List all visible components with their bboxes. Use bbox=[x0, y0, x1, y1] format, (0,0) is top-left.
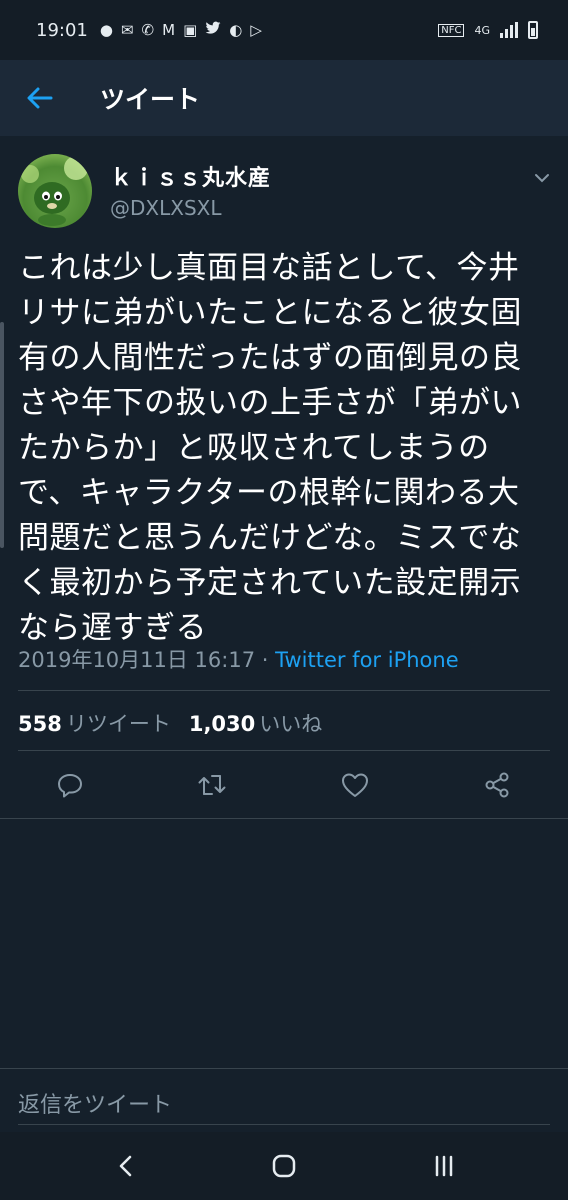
tweet: ｋｉｓｓ丸水産 @DXLXSXL これは少し真面目な話として、今井 リサに弟がい… bbox=[0, 136, 568, 819]
divider bbox=[0, 818, 568, 819]
retweets-count: 558 bbox=[18, 712, 62, 736]
tweet-detail-screen: 19:01 ● ✉ ✆ M ▣ ◐ ▷ NFC 4G ツイート ｋｉｓｓ丸水産 … bbox=[0, 0, 568, 1200]
signal-icon bbox=[500, 22, 518, 38]
author-row: ｋｉｓｓ丸水産 @DXLXSXL bbox=[0, 136, 568, 234]
battery-icon bbox=[528, 21, 538, 39]
like-button[interactable] bbox=[338, 768, 372, 802]
app-header: ツイート bbox=[0, 60, 568, 136]
notification-icons: ● ✉ ✆ M ▣ ◐ ▷ bbox=[100, 21, 262, 39]
nav-recents-button[interactable] bbox=[424, 1146, 464, 1186]
reply-input[interactable]: 返信をツイート bbox=[18, 1081, 550, 1125]
tweet-source-link[interactable]: Twitter for iPhone bbox=[275, 648, 459, 672]
heart-icon bbox=[342, 773, 368, 797]
reply-bar: 返信をツイート bbox=[0, 1068, 568, 1132]
status-time: 19:01 bbox=[36, 19, 88, 41]
tweet-text-line: さや年下の扱いの上手さが「弟がい bbox=[18, 385, 522, 421]
retweet-icon bbox=[198, 775, 226, 795]
reply-button[interactable] bbox=[53, 768, 87, 802]
likes-stat[interactable]: 1,030 いいね bbox=[189, 712, 322, 736]
avatar[interactable] bbox=[18, 154, 92, 228]
tweet-timestamp: 2019年10月11日 16:17 bbox=[18, 648, 256, 672]
arrow-left-icon bbox=[27, 87, 53, 109]
tweet-text-line: く最初から予定されていた設定開示 bbox=[18, 565, 522, 601]
tweet-text-line: たからか」と吸収されてしまうの bbox=[18, 430, 490, 466]
page-title: ツイート bbox=[100, 85, 201, 114]
divider bbox=[18, 690, 550, 691]
retweets-stat[interactable]: 558 リツイート bbox=[18, 712, 171, 736]
system-nav-bar bbox=[0, 1132, 568, 1200]
share-icon bbox=[485, 772, 509, 798]
tweet-text-line: これは少し真面目な話として、今井 bbox=[18, 250, 520, 286]
more-options-button[interactable] bbox=[530, 166, 554, 190]
mail-icon: ✉ bbox=[120, 21, 134, 39]
twitter-icon bbox=[205, 21, 221, 39]
status-bar: 19:01 ● ✉ ✆ M ▣ ◐ ▷ NFC 4G bbox=[0, 0, 568, 60]
nav-home-button[interactable] bbox=[264, 1146, 304, 1186]
network-type: 4G bbox=[474, 23, 490, 37]
retweet-button[interactable] bbox=[195, 768, 229, 802]
tweet-stats: 558 リツイート 1,030 いいね bbox=[18, 708, 322, 738]
tweet-text-line: リサに弟がいたことになると彼女固 bbox=[18, 295, 522, 331]
scrollbar[interactable] bbox=[0, 322, 4, 548]
display-name[interactable]: ｋｉｓｓ丸水産 bbox=[110, 160, 271, 192]
tweet-text-line: で、キャラクターの根幹に関わる大 bbox=[18, 475, 520, 511]
missed-call-icon: ✆ bbox=[141, 21, 155, 39]
reply-icon bbox=[58, 774, 82, 798]
play-store-icon: ▷ bbox=[250, 21, 262, 39]
gmail-icon: M bbox=[162, 21, 176, 39]
nav-back-icon bbox=[119, 1155, 132, 1177]
back-button[interactable] bbox=[10, 68, 70, 128]
app-icon: ◐ bbox=[229, 21, 243, 39]
likes-label: いいね bbox=[259, 712, 323, 736]
nav-home-icon bbox=[272, 1154, 296, 1178]
status-right: NFC 4G bbox=[438, 21, 538, 39]
share-button[interactable] bbox=[480, 768, 514, 802]
retweets-label: リツイート bbox=[65, 712, 171, 736]
likes-count: 1,030 bbox=[188, 712, 256, 736]
tweet-actions bbox=[0, 754, 568, 818]
tweet-text-line: 問題だと思うんだけどな。ミスでな bbox=[18, 520, 522, 556]
image-icon: ▣ bbox=[183, 21, 198, 39]
nfc-icon: NFC bbox=[438, 23, 465, 37]
tweet-text: これは少し真面目な話として、今井 リサに弟がいたことになると彼女固 有の人間性だ… bbox=[18, 246, 554, 651]
tweet-meta: 2019年10月11日 16:17 · Twitter for iPhone bbox=[18, 644, 459, 674]
meta-separator: · bbox=[255, 648, 276, 672]
tweet-text-line: 有の人間性だったはずの面倒見の良 bbox=[18, 340, 522, 376]
divider bbox=[18, 750, 550, 751]
chat-bubble-icon: ● bbox=[99, 21, 113, 39]
user-handle[interactable]: @DXLXSXL bbox=[110, 196, 221, 220]
nav-recents-icon bbox=[435, 1155, 453, 1177]
chevron-down-icon bbox=[535, 174, 549, 183]
nav-back-button[interactable] bbox=[106, 1146, 146, 1186]
